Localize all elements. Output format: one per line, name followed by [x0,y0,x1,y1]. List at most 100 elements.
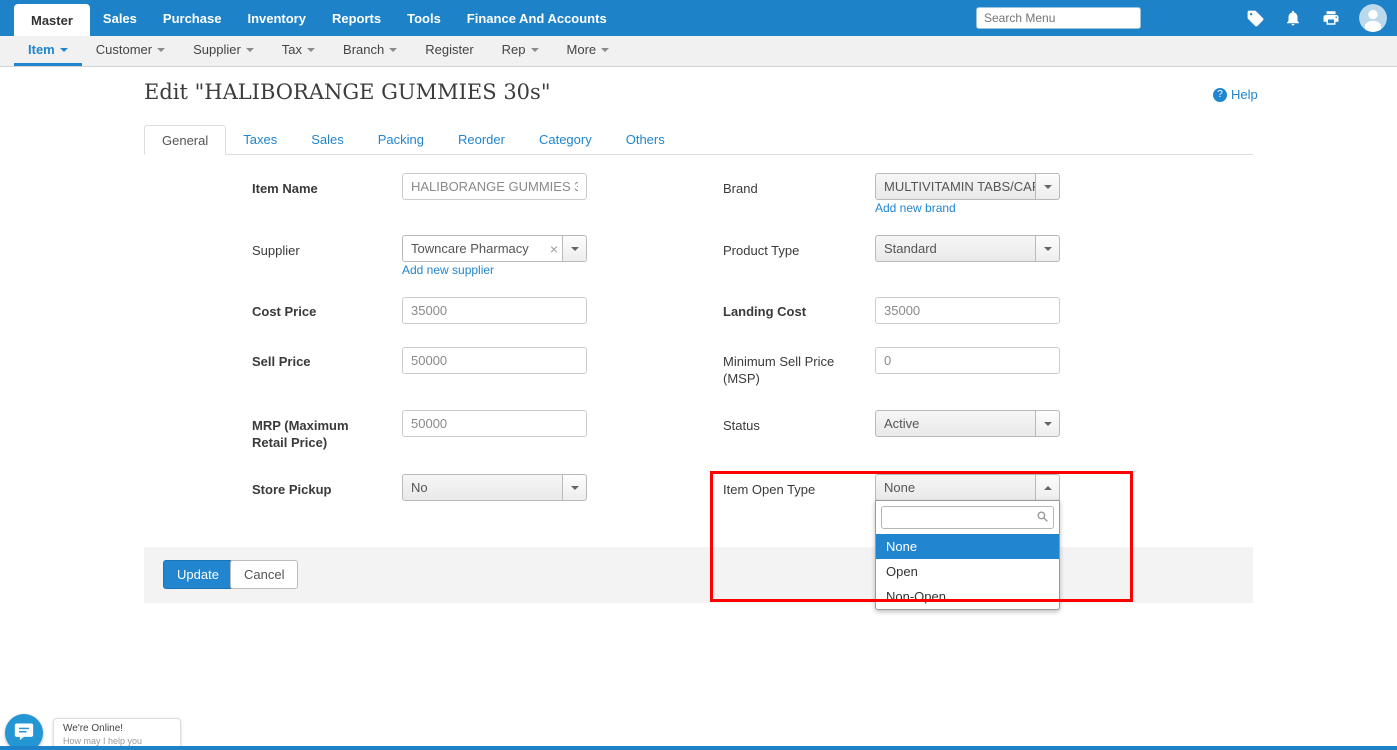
chevron-down-icon [1044,247,1052,251]
dropdown-option-non-open[interactable]: Non-Open [876,584,1059,609]
status-value: Active [876,416,1035,431]
tab-category[interactable]: Category [522,124,609,154]
store-pickup-label: Store Pickup [252,481,372,498]
search-menu-input[interactable] [976,7,1141,29]
supplier-label: Supplier [252,242,372,259]
subnav-item-label: Item [28,42,55,57]
cancel-button[interactable]: Cancel [230,560,298,589]
add-new-supplier-link[interactable]: Add new supplier [402,263,494,277]
subnav-branch[interactable]: Branch [329,36,411,66]
store-pickup-select[interactable]: No [402,474,587,501]
chevron-down-icon [531,48,539,52]
chat-widget-button[interactable] [5,714,43,750]
subnav-customer-label: Customer [96,42,152,57]
chevron-down-icon [1044,422,1052,426]
nav-inventory[interactable]: Inventory [234,0,319,36]
msp-input[interactable] [875,347,1060,374]
sell-price-input[interactable] [402,347,587,374]
chevron-down-icon [571,486,579,490]
subnav-customer[interactable]: Customer [82,36,179,66]
product-type-select[interactable]: Standard [875,235,1060,262]
dropdown-search-input[interactable] [881,506,1054,529]
chevron-down-icon [601,48,609,52]
store-pickup-value: No [403,480,562,495]
nav-sales[interactable]: Sales [90,0,150,36]
chevron-up-icon [1044,486,1052,490]
help-link[interactable]: ? Help [1213,87,1258,102]
nav-purchase[interactable]: Purchase [150,0,235,36]
app-window: Master Sales Purchase Inventory Reports … [0,0,1397,750]
tab-taxes[interactable]: Taxes [226,124,294,154]
bell-icon[interactable] [1283,8,1303,28]
subnav-register-label: Register [425,42,473,57]
item-open-type-dropdown-panel: None Open Non-Open [875,500,1060,610]
supplier-value: Towncare Pharmacy [403,241,546,256]
form-footer: Update Cancel [144,547,1253,603]
landing-cost-input[interactable] [875,297,1060,324]
subnav-tax[interactable]: Tax [268,36,329,66]
status-dropdown-button[interactable] [1035,411,1059,436]
tab-general[interactable]: General [144,125,226,155]
tab-reorder[interactable]: Reorder [441,124,522,154]
subnav-supplier-label: Supplier [193,42,241,57]
subnav-more[interactable]: More [553,36,624,66]
clear-icon[interactable]: × [546,241,562,257]
chevron-down-icon [246,48,254,52]
add-new-brand-link[interactable]: Add new brand [875,201,956,215]
sell-price-label: Sell Price [252,353,372,370]
subnav-rep[interactable]: Rep [488,36,553,66]
nav-tools[interactable]: Tools [394,0,454,36]
printer-icon[interactable] [1321,8,1341,28]
secondary-navigation-bar: Item Customer Supplier Tax Branch Regist… [0,36,1397,67]
product-type-label: Product Type [723,242,843,259]
chat-bubble-icon [14,721,34,746]
subnav-register[interactable]: Register [411,36,487,66]
supplier-dropdown-button[interactable] [562,236,586,261]
subnav-rep-label: Rep [502,42,526,57]
search-icon [1036,510,1049,528]
page-title: Edit "HALIBORANGE GUMMIES 30s" [144,80,550,104]
bottom-accent-bar [0,746,1397,750]
nav-finance-and-accounts[interactable]: Finance And Accounts [454,0,620,36]
topbar-icon-group [1245,0,1387,36]
help-label: Help [1231,87,1258,102]
brand-select[interactable]: MULTIVITAMIN TABS/CAPS [875,173,1060,200]
item-name-input[interactable] [402,173,587,200]
item-open-type-value: None [876,480,1035,495]
brand-value: MULTIVITAMIN TABS/CAPS [876,179,1035,194]
nav-reports[interactable]: Reports [319,0,394,36]
update-button[interactable]: Update [163,560,233,589]
brand-dropdown-button[interactable] [1035,174,1059,199]
user-avatar[interactable] [1359,4,1387,32]
chevron-down-icon [307,48,315,52]
tag-icon[interactable] [1245,8,1265,28]
item-open-type-select[interactable]: None [875,474,1060,501]
subnav-supplier[interactable]: Supplier [179,36,268,66]
cost-price-label: Cost Price [252,303,372,320]
tab-packing[interactable]: Packing [361,124,441,154]
tab-sales[interactable]: Sales [294,124,361,154]
dropdown-option-none[interactable]: None [876,534,1059,559]
form-tabs: General Taxes Sales Packing Reorder Cate… [144,124,1253,155]
dropdown-option-open[interactable]: Open [876,559,1059,584]
subnav-tax-label: Tax [282,42,302,57]
store-pickup-dropdown-button[interactable] [562,475,586,500]
chevron-down-icon [1044,185,1052,189]
tab-others[interactable]: Others [609,124,682,154]
supplier-select[interactable]: Towncare Pharmacy × [402,235,587,262]
dropdown-search-wrap [881,506,1054,529]
landing-cost-label: Landing Cost [723,303,843,320]
status-select[interactable]: Active [875,410,1060,437]
subnav-item[interactable]: Item [14,36,82,66]
mrp-input[interactable] [402,410,587,437]
brand-label: Brand [723,180,843,197]
help-icon: ? [1213,88,1227,102]
product-type-dropdown-button[interactable] [1035,236,1059,261]
nav-master-tab[interactable]: Master [14,4,90,36]
subnav-more-label: More [567,42,597,57]
item-name-label: Item Name [252,180,372,197]
cost-price-input[interactable] [402,297,587,324]
product-type-value: Standard [876,241,1035,256]
item-open-type-dropdown-button[interactable] [1035,475,1059,500]
top-navigation-bar: Master Sales Purchase Inventory Reports … [0,0,1397,36]
